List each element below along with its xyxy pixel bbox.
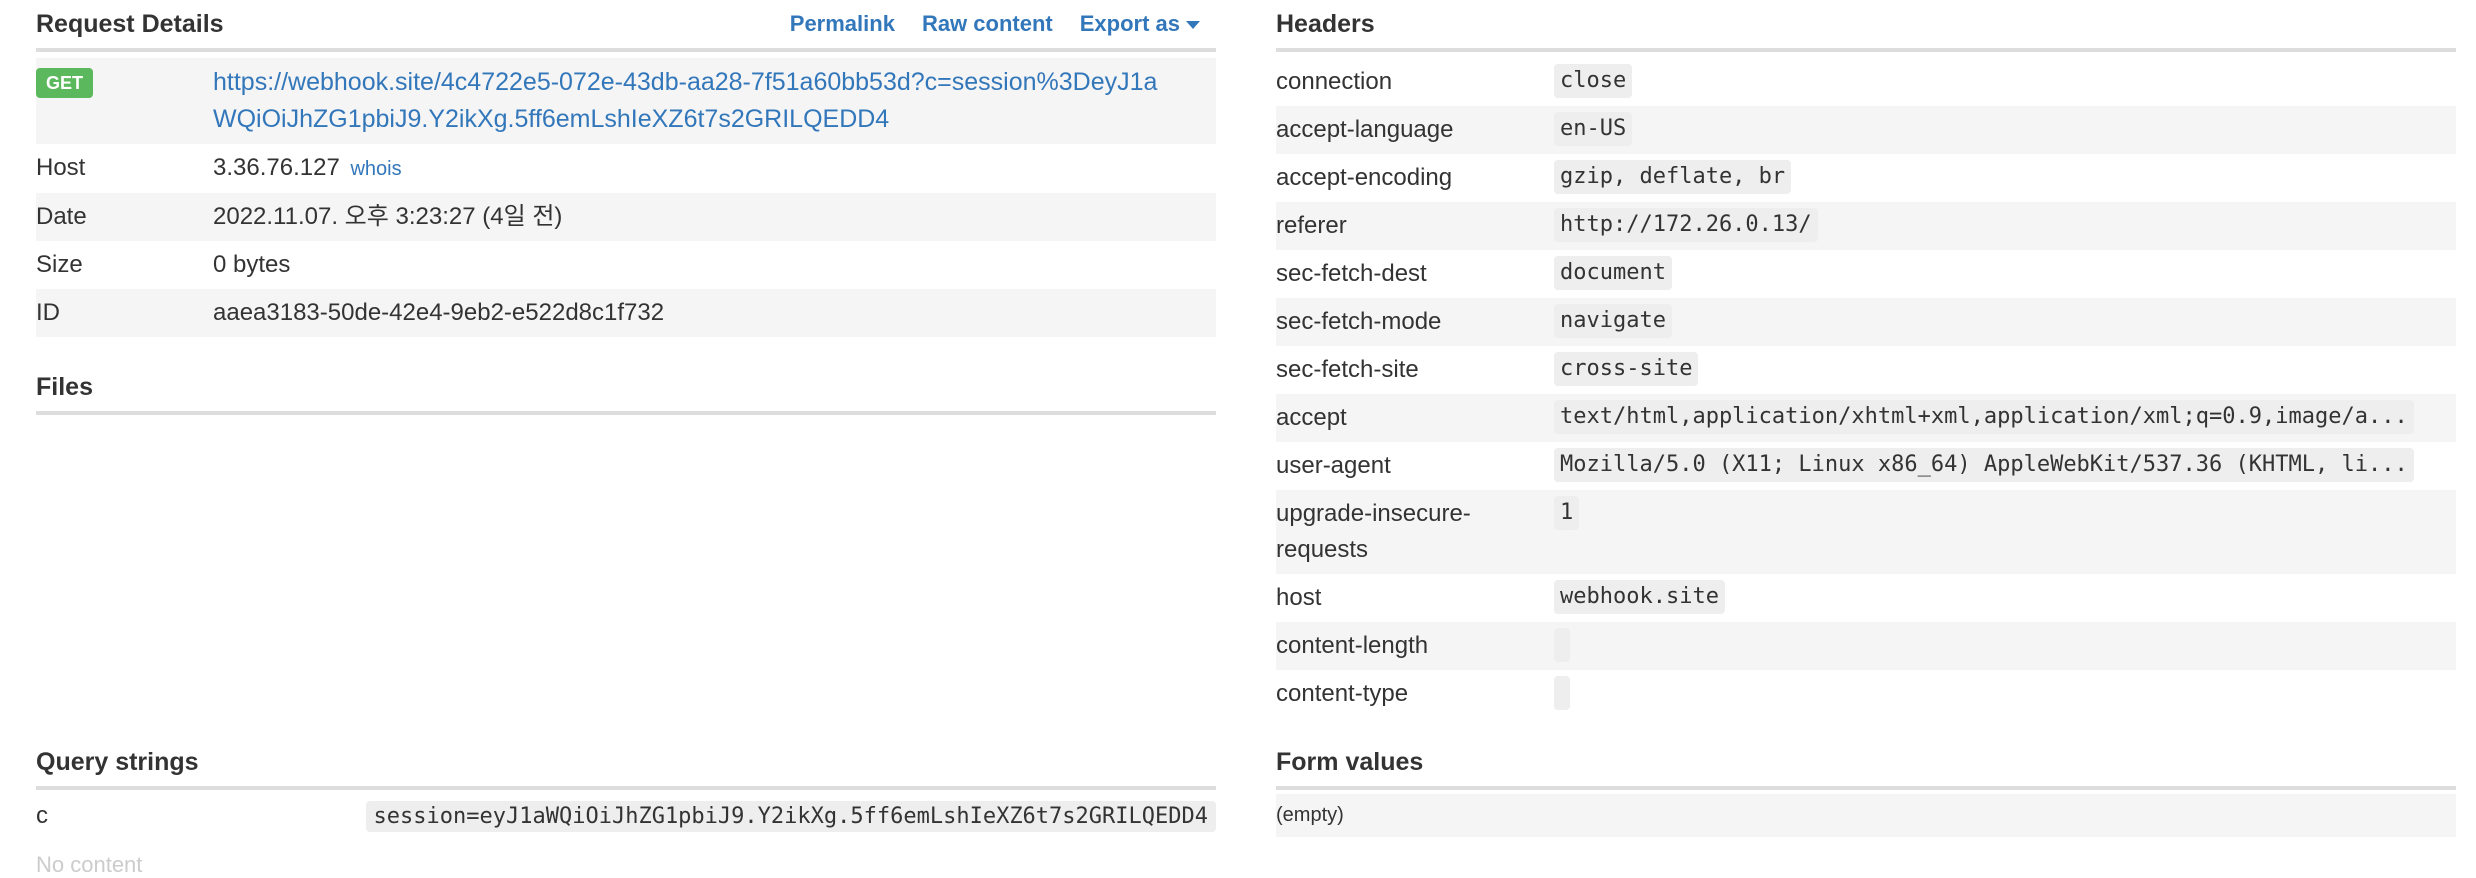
form-values-section: Form values (empty) bbox=[1276, 738, 2456, 837]
export-as-label: Export as bbox=[1079, 11, 1180, 36]
header-value: cross-site bbox=[1554, 352, 1699, 386]
header-row: content-length bbox=[1276, 622, 2456, 670]
header-value: 1 bbox=[1554, 496, 1580, 530]
files-header: Files bbox=[36, 363, 1216, 415]
request-actions: Permalink Raw content Export as bbox=[790, 11, 1216, 37]
request-details-panel: Request Details Permalink Raw content Ex… bbox=[36, 0, 1216, 877]
header-key: referer bbox=[1276, 212, 1347, 239]
header-row: sec-fetch-dest document bbox=[1276, 250, 2456, 298]
id-row: ID aaea3183-50de-42e4-9eb2-e522d8c1f732 bbox=[36, 289, 1216, 337]
header-value: http://172.26.0.13/ bbox=[1554, 208, 1818, 242]
query-strings-title: Query strings bbox=[36, 747, 199, 776]
header-row: connection close bbox=[1276, 58, 2456, 106]
header-key: sec-fetch-site bbox=[1276, 356, 1419, 383]
header-value: en-US bbox=[1554, 112, 1633, 146]
header-row: accept-language en-US bbox=[1276, 106, 2456, 154]
header-key: accept bbox=[1276, 404, 1347, 431]
id-value: aaea3183-50de-42e4-9eb2-e522d8c1f732 bbox=[213, 299, 665, 326]
header-row: referer http://172.26.0.13/ bbox=[1276, 202, 2456, 250]
headers-panel: Headers connection close accept-language e… bbox=[1276, 0, 2456, 837]
header-key: content-length bbox=[1276, 632, 1429, 659]
request-url-line-2: WQiOiJhZG1pbiJ9.Y2ikXg.5ff6emLshIeXZ6t7s… bbox=[213, 105, 890, 133]
header-key: connection bbox=[1276, 68, 1393, 95]
header-value: webhook.site bbox=[1554, 580, 1725, 614]
header-value bbox=[1554, 628, 1570, 662]
request-details-title: Request Details bbox=[36, 9, 224, 38]
header-value: close bbox=[1554, 64, 1633, 98]
header-value: navigate bbox=[1554, 304, 1672, 338]
header-key: host bbox=[1276, 584, 1322, 611]
date-label: Date bbox=[36, 203, 87, 230]
request-url-link[interactable]: https://webhook.site/4c4722e5-072e-43db-… bbox=[213, 64, 1216, 138]
header-value bbox=[1554, 676, 1570, 710]
files-title: Files bbox=[36, 372, 93, 401]
query-strings-header: Query strings bbox=[36, 738, 1216, 790]
header-value: document bbox=[1554, 256, 1672, 290]
header-value: text/html,application/xhtml+xml,applicat… bbox=[1554, 400, 2414, 434]
size-row: Size 0 bytes bbox=[36, 241, 1216, 289]
headers-header: Headers bbox=[1276, 0, 2456, 52]
header-row: upgrade-insecure-requests 1 bbox=[1276, 490, 2456, 574]
header-key: content-type bbox=[1276, 680, 1409, 707]
header-key: user-agent bbox=[1276, 452, 1391, 479]
request-details-header: Request Details Permalink Raw content Ex… bbox=[36, 0, 1216, 52]
form-values-title: Form values bbox=[1276, 747, 1424, 776]
method-badge: GET bbox=[36, 68, 94, 98]
header-value: gzip, deflate, br bbox=[1554, 160, 1792, 194]
header-key: sec-fetch-mode bbox=[1276, 308, 1442, 335]
id-label: ID bbox=[36, 299, 60, 326]
form-values-header: Form values bbox=[1276, 738, 2456, 790]
permalink-link[interactable]: Permalink bbox=[790, 11, 895, 37]
header-row: sec-fetch-site cross-site bbox=[1276, 346, 2456, 394]
host-row: Host 3.36.76.127 whois bbox=[36, 144, 1216, 193]
header-key: accept-encoding bbox=[1276, 164, 1453, 191]
query-strings-section: Query strings c session=eyJ1aWQiOiJhZG1p… bbox=[36, 738, 1216, 877]
export-as-dropdown[interactable]: Export as bbox=[1080, 11, 1200, 37]
header-row: sec-fetch-mode navigate bbox=[1276, 298, 2456, 346]
header-row: accept-encoding gzip, deflate, br bbox=[1276, 154, 2456, 202]
whois-link[interactable]: whois bbox=[350, 158, 401, 180]
host-value: 3.36.76.127 bbox=[213, 154, 340, 181]
query-string-row: c session=eyJ1aWQiOiJhZG1pbiJ9.Y2ikXg.5f… bbox=[36, 794, 1216, 838]
size-label: Size bbox=[36, 251, 83, 278]
header-row: content-type bbox=[1276, 670, 2456, 718]
caret-down-icon bbox=[1186, 21, 1200, 30]
headers-table: connection close accept-language en-US acc… bbox=[1276, 58, 2456, 718]
no-content-heading-partial: No content bbox=[36, 852, 143, 877]
header-key: sec-fetch-dest bbox=[1276, 260, 1427, 287]
header-value: Mozilla/5.0 (X11; Linux x86_64) AppleWeb… bbox=[1554, 448, 2414, 482]
query-string-key: c bbox=[36, 802, 48, 829]
header-key: upgrade-insecure-requests bbox=[1276, 500, 1471, 563]
header-row: user-agent Mozilla/5.0 (X11; Linux x86_64… bbox=[1276, 442, 2456, 490]
request-url-line-1: https://webhook.site/4c4722e5-072e-43db-… bbox=[213, 68, 1158, 96]
host-label: Host bbox=[36, 154, 86, 181]
header-row: host webhook.site bbox=[1276, 574, 2456, 622]
raw-content-link[interactable]: Raw content bbox=[922, 11, 1053, 37]
url-row: GET https://webhook.site/4c4722e5-072e-4… bbox=[36, 58, 1216, 144]
date-value: 2022.11.07. 오후 3:23:27 (4일 전) bbox=[213, 203, 563, 230]
headers-title: Headers bbox=[1276, 9, 1375, 38]
date-row: Date 2022.11.07. 오후 3:23:27 (4일 전) bbox=[36, 193, 1216, 241]
size-value: 0 bytes bbox=[213, 251, 291, 278]
query-string-value: session=eyJ1aWQiOiJhZG1pbiJ9.Y2ikXg.5ff6… bbox=[365, 800, 1216, 832]
header-row: accept text/html,application/xhtml+xml,ap… bbox=[1276, 394, 2456, 442]
header-key: accept-language bbox=[1276, 116, 1454, 143]
form-values-empty: (empty) bbox=[1276, 794, 2456, 837]
request-details-table: GET https://webhook.site/4c4722e5-072e-4… bbox=[36, 58, 1216, 337]
